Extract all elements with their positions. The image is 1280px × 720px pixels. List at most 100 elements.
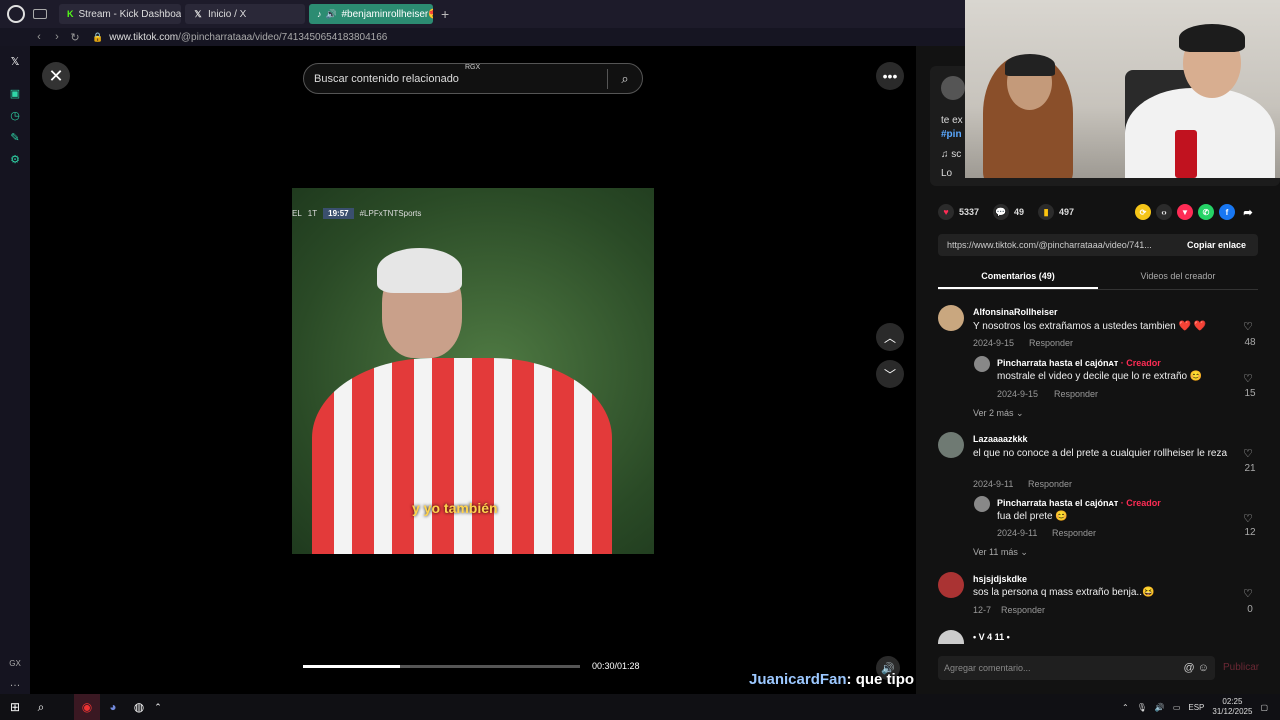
more-icon[interactable]: … <box>8 676 22 690</box>
comment-text: mostrale el video y decile que lo re ext… <box>997 371 1203 382</box>
bookmark-icon[interactable]: ▮ <box>1038 204 1055 220</box>
reply-button[interactable]: Responder <box>1054 389 1098 399</box>
mention-icon[interactable]: @ <box>1184 662 1195 674</box>
comment-like-icon[interactable]: ♡ <box>1243 372 1253 385</box>
extensions-icon[interactable]: ✎ <box>8 130 22 144</box>
like-heart-icon[interactable]: ♥ <box>938 204 954 220</box>
network-icon[interactable]: ▭ <box>1173 703 1181 712</box>
reply-button[interactable]: Responder <box>1052 528 1096 538</box>
microphone-icon[interactable]: 🎙 <box>1137 703 1147 712</box>
video-frame[interactable]: EL 1T 19:57 #LPFxTNTSports y yo también <box>292 188 654 554</box>
comment-like-icon[interactable]: ♡ <box>1243 447 1253 460</box>
whatsapp-icon[interactable]: ✆ <box>1198 204 1214 220</box>
lock-icon: 🔒 <box>92 31 104 42</box>
comment-date: 2024-9-11 <box>997 528 1038 538</box>
description-sound[interactable]: ♫ sc <box>941 149 961 160</box>
url-field[interactable]: www.tiktok.com/@pincharrataaa/video/7413… <box>109 32 387 43</box>
comment-author[interactable]: Pincharrata hasta el cajónᴀᴛ · Creador <box>997 358 1161 368</box>
speaker-icon[interactable]: 🔊 <box>1155 703 1165 712</box>
reload-icon[interactable]: ↻ <box>66 31 84 44</box>
emoji-icon[interactable]: ☺ <box>1198 662 1209 674</box>
reply-button[interactable]: Responder <box>1001 605 1045 615</box>
opera-gx-logo-icon[interactable] <box>7 5 25 23</box>
reply-button[interactable]: Responder <box>1029 338 1073 348</box>
notifications-icon[interactable]: ▢ <box>1260 703 1268 712</box>
comment-author[interactable]: Lazaaaazkkk <box>973 434 1028 444</box>
avatar[interactable] <box>938 432 964 458</box>
comment-text: fua del prete 😊 <box>997 511 1068 522</box>
opera-gx-taskbar-icon[interactable]: ◉ <box>74 694 100 720</box>
description-text: te ex <box>941 115 963 126</box>
next-video-button[interactable]: ﹀ <box>876 360 904 388</box>
forward-icon[interactable]: › <box>48 31 66 43</box>
chevron-up-icon[interactable]: ⌃ <box>1122 703 1129 712</box>
publish-button[interactable]: Publicar <box>1223 662 1259 673</box>
bookmark-icon[interactable]: ▣ <box>8 86 22 100</box>
avatar[interactable] <box>938 305 964 331</box>
workspaces-icon[interactable] <box>33 9 47 19</box>
reply-button[interactable]: Responder <box>1028 479 1072 489</box>
tiktok-icon: ♪ <box>317 9 322 19</box>
new-tab-button[interactable]: + <box>441 6 449 22</box>
copy-link-button[interactable]: Copiar enlace <box>1175 240 1258 250</box>
embed-icon[interactable]: ‹› <box>1156 204 1172 220</box>
system-tray: ⌃ 🎙 🔊 ▭ ESP 02:25 31/12/2025 ▢ <box>1122 694 1280 720</box>
comment-icon[interactable]: 💬 <box>993 204 1010 220</box>
view-more-replies[interactable]: Ver 2 más ⌄ <box>973 408 1024 419</box>
comment-author[interactable]: AlfonsinaRollheiser <box>973 307 1058 317</box>
tab-comments[interactable]: Comentarios (49) <box>938 266 1098 289</box>
like-count: 5337 <box>959 207 980 217</box>
keyboard-language[interactable]: ESP <box>1188 703 1204 712</box>
tab-creator-videos[interactable]: Videos del creador <box>1098 266 1258 289</box>
comment-author[interactable]: Pincharrata hasta el cajónᴀᴛ · Creador <box>997 498 1161 508</box>
gx-label: GX <box>9 658 21 668</box>
share-arrow-icon[interactable]: ➦ <box>1240 204 1256 220</box>
facebook-icon[interactable]: f <box>1219 204 1235 220</box>
chevron-down-icon: ⌄ <box>1016 408 1024 418</box>
settings-icon[interactable]: ⚙ <box>8 152 22 166</box>
ellipsis-icon: ••• <box>882 68 898 84</box>
description-location[interactable]: Lo <box>941 168 952 179</box>
previous-video-button[interactable]: ︿ <box>876 323 904 351</box>
send-icon[interactable]: ▼ <box>1177 204 1193 220</box>
tab-x-inicio[interactable]: 𝕏 Inicio / X <box>185 4 305 24</box>
back-icon[interactable]: ‹ <box>30 31 48 43</box>
video-progress-bar[interactable] <box>303 665 580 668</box>
comment-author[interactable]: hsjsjdjskdke <box>973 574 1027 584</box>
avatar[interactable] <box>974 356 990 372</box>
tab-label: Stream - Kick Dashboard <box>78 8 182 20</box>
history-icon[interactable]: ◷ <box>8 108 22 122</box>
add-comment-input[interactable]: Agregar comentario... @ ☺ <box>938 656 1215 680</box>
comment-author[interactable]: • V 4 11 • <box>973 632 1010 642</box>
video-actions: ♥ 5337 💬 49 ▮ 497 <box>938 204 1088 220</box>
streamer-webcam <box>965 0 1280 178</box>
search-icon[interactable]: ⌕ <box>28 694 54 720</box>
windows-start-icon[interactable]: ⊞ <box>2 694 28 720</box>
more-options-button[interactable]: ••• <box>876 62 904 90</box>
video-caption: y yo también <box>412 500 498 516</box>
tab-tiktok[interactable]: ♪ 🔊 #benjaminrollheiser😍 <box>309 4 433 24</box>
comment-count: 49 <box>1014 207 1025 217</box>
repost-icon[interactable]: ⟳ <box>1135 204 1151 220</box>
x-icon[interactable]: 𝕏 <box>8 54 22 68</box>
chevron-icon[interactable]: ⌃ <box>152 694 164 720</box>
clock[interactable]: 02:25 31/12/2025 <box>1212 697 1252 717</box>
close-button[interactable]: ✕ <box>42 62 70 90</box>
comment-like-icon[interactable]: ♡ <box>1243 320 1253 333</box>
avatar[interactable] <box>938 572 964 598</box>
description-avatar[interactable] <box>941 76 965 100</box>
comment-like-icon[interactable]: ♡ <box>1243 587 1253 600</box>
obs-icon[interactable]: ◍ <box>126 694 152 720</box>
tab-kick-dashboard[interactable]: K Stream - Kick Dashboard <box>59 4 181 24</box>
avatar[interactable] <box>974 496 990 512</box>
avatar[interactable] <box>938 630 964 644</box>
creator-badge: · Creador <box>1120 498 1161 508</box>
description-hashtag[interactable]: #pin <box>941 129 962 140</box>
discord-icon[interactable]: ◕ <box>100 694 126 720</box>
search-icon[interactable]: ⌕ <box>608 71 642 87</box>
video-link[interactable]: https://www.tiktok.com/@pincharrataaa/vi… <box>938 240 1175 250</box>
view-more-replies[interactable]: Ver 11 más ⌄ <box>973 547 1028 558</box>
comment-date: 2024-9-15 <box>973 338 1015 348</box>
speaker-icon[interactable]: 🔊 <box>326 9 337 19</box>
comment-like-icon[interactable]: ♡ <box>1243 512 1253 525</box>
